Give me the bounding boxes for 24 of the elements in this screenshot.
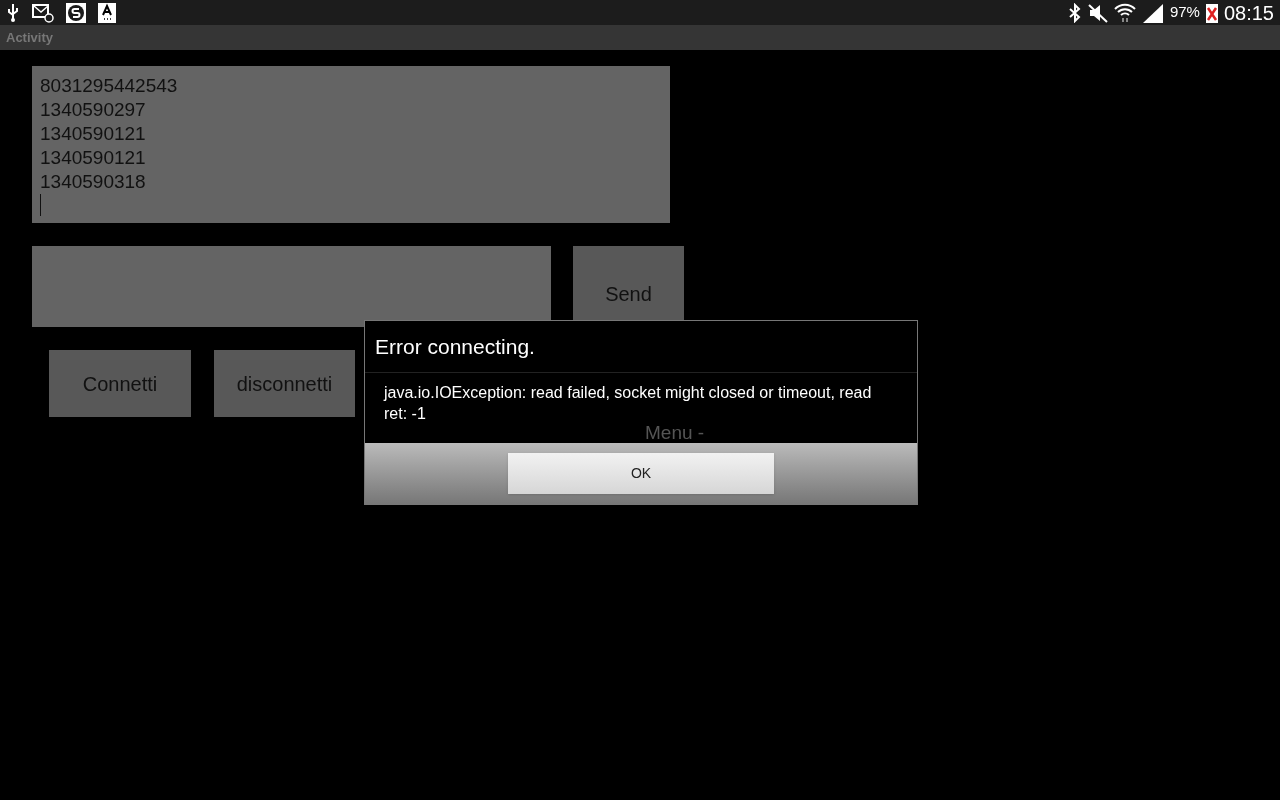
usb-icon bbox=[6, 2, 20, 23]
mute-icon bbox=[1087, 2, 1108, 23]
log-line: 1340590121 bbox=[40, 146, 146, 170]
signal-icon bbox=[1141, 2, 1164, 23]
background-label: Menu - bbox=[645, 423, 705, 443]
battery-icon bbox=[1205, 2, 1218, 23]
keyboard-icon bbox=[98, 2, 116, 23]
log-line: 8031295442543 bbox=[40, 74, 178, 98]
ok-button[interactable]: OK bbox=[508, 453, 774, 494]
connect-button[interactable]: Connetti bbox=[49, 350, 191, 417]
log-text-area[interactable]: 8031295442543 1340590297 1340590121 1340590121 1340590318 bbox=[32, 66, 670, 223]
activity-title: Activity bbox=[6, 28, 53, 47]
bluetooth-icon bbox=[1067, 2, 1082, 23]
clock: 08:15 bbox=[1223, 2, 1274, 23]
log-line: 1340590121 bbox=[40, 122, 146, 146]
battery-percentage: 97% bbox=[1169, 2, 1200, 23]
log-line: 1340590318 bbox=[40, 170, 146, 194]
log-line: 1340590297 bbox=[40, 98, 146, 122]
dialog-title: Error connecting. bbox=[365, 321, 917, 373]
text-cursor bbox=[40, 194, 41, 216]
dialog-message: java.io.IOException: read failed, socket might closed or timeout, read ret: -1 bbox=[384, 383, 873, 424]
message-input-field[interactable] bbox=[32, 246, 551, 327]
disconnect-button[interactable]: disconnetti bbox=[214, 350, 355, 417]
wifi-icon bbox=[1113, 2, 1136, 23]
